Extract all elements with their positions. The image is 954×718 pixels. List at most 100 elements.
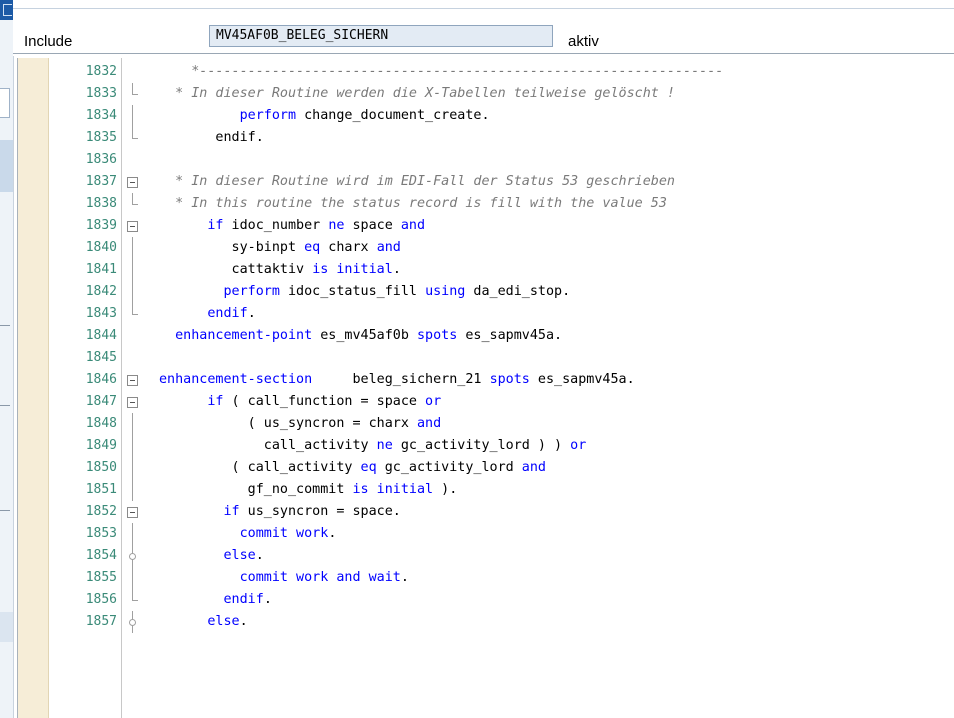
line-number: 1838 <box>85 196 117 211</box>
code-line[interactable]: 1839 if idoc_number ne space and <box>18 215 954 237</box>
line-number: 1842 <box>85 284 117 299</box>
code-editor[interactable]: 1832 *----------------------------------… <box>17 58 954 718</box>
code-text[interactable]: enhancement-section beleg_sichern_21 spo… <box>159 369 635 391</box>
code-line[interactable]: 1837 * In dieser Routine wird im EDI-Fal… <box>18 171 954 193</box>
code-token: idoc_status_fill <box>279 284 426 299</box>
code-token: es_sapmv45a. <box>529 372 635 387</box>
background-input-fragment <box>0 88 10 118</box>
code-line[interactable]: 1834 perform change_document_create. <box>18 105 954 127</box>
code-line[interactable]: 1835 endif. <box>18 127 954 149</box>
line-number: 1844 <box>85 328 117 343</box>
line-number: 1846 <box>85 372 117 387</box>
keyword-token: enhancement-point <box>175 328 313 343</box>
keyword-token: spots <box>417 328 458 343</box>
code-line[interactable]: 1844 enhancement-point es_mv45af0b spots… <box>18 325 954 347</box>
collapse-block-icon[interactable] <box>126 391 140 413</box>
code-token: space <box>344 218 401 233</box>
code-text[interactable]: enhancement-point es_mv45af0b spots es_s… <box>159 325 562 347</box>
fold-end-icon <box>126 127 140 149</box>
code-text[interactable]: * In dieser Routine werden die X-Tabelle… <box>159 83 675 105</box>
collapse-block-icon[interactable] <box>126 171 140 193</box>
code-line[interactable]: 1846 enhancement-section beleg_sichern_21… <box>18 369 954 391</box>
code-text[interactable]: ( call_activity eq gc_activity_lord and <box>159 457 546 479</box>
code-text[interactable]: gf_no_commit is initial ). <box>159 479 458 501</box>
keyword-token: and <box>400 218 426 233</box>
code-text[interactable]: * In this routine the status record is f… <box>159 193 667 215</box>
code-text[interactable]: sy-binpt eq charx and <box>159 237 401 259</box>
code-token: ( us_syncron = charx <box>159 416 417 431</box>
code-line[interactable]: 1843 endif. <box>18 303 954 325</box>
keyword-token: eq <box>304 240 321 255</box>
code-line[interactable]: 1857 else. <box>18 611 954 633</box>
code-text[interactable]: cattaktiv is initial. <box>159 259 401 281</box>
code-line[interactable]: 1840 sy-binpt eq charx and <box>18 237 954 259</box>
code-line[interactable]: 1856 endif. <box>18 589 954 611</box>
code-line[interactable]: 1849 call_activity ne gc_activity_lord )… <box>18 435 954 457</box>
line-number: 1853 <box>85 526 117 541</box>
collapse-block-icon[interactable] <box>126 215 140 237</box>
code-token: ( call_function = space <box>223 394 426 409</box>
code-text[interactable]: if idoc_number ne space and <box>159 215 425 237</box>
divider <box>0 325 10 326</box>
code-line[interactable]: 1841 cattaktiv is initial. <box>18 259 954 281</box>
code-text[interactable]: endif. <box>159 127 263 149</box>
fold-guide <box>126 523 140 545</box>
keyword-token: commit work <box>239 526 329 541</box>
code-line[interactable]: 1832 *----------------------------------… <box>18 61 954 83</box>
fold-guide <box>126 457 140 479</box>
collapse-block-icon[interactable] <box>126 501 140 523</box>
fold-guide <box>126 281 140 303</box>
fold-guide <box>126 413 140 435</box>
line-number: 1832 <box>85 64 117 79</box>
code-line[interactable]: 1850 ( call_activity eq gc_activity_lord… <box>18 457 954 479</box>
code-line[interactable]: 1836 <box>18 149 954 171</box>
code-line[interactable]: 1851 gf_no_commit is initial ). <box>18 479 954 501</box>
code-line[interactable]: 1852 if us_syncron = space. <box>18 501 954 523</box>
line-number: 1839 <box>85 218 117 233</box>
program-name-field[interactable]: MV45AF0B_BELEG_SICHERN <box>209 25 553 47</box>
code-text[interactable]: call_activity ne gc_activity_lord ) ) or <box>159 435 587 457</box>
keyword-token: is initial <box>352 482 434 497</box>
code-line[interactable]: 1847 if ( call_function = space or <box>18 391 954 413</box>
code-token: beleg_sichern_21 <box>312 372 490 387</box>
code-line[interactable]: 1855 commit work and wait. <box>18 567 954 589</box>
code-line[interactable]: 1854 else. <box>18 545 954 567</box>
code-text[interactable]: endif. <box>159 589 272 611</box>
code-text[interactable]: if us_syncron = space. <box>159 501 401 523</box>
code-line[interactable]: 1838 * In this routine the status record… <box>18 193 954 215</box>
code-text[interactable]: *---------------------------------------… <box>159 61 723 83</box>
keyword-token: commit work and wait <box>239 570 401 585</box>
keyword-token: is initial <box>312 262 393 277</box>
code-text[interactable]: perform change_document_create. <box>159 105 490 127</box>
fold-end-icon <box>126 193 140 215</box>
line-number: 1857 <box>85 614 117 629</box>
code-text[interactable]: endif. <box>159 303 255 325</box>
keyword-token: spots <box>489 372 530 387</box>
code-token: us_syncron = space. <box>239 504 401 519</box>
comment-token: * In dieser Routine wird im EDI-Fall der… <box>159 174 675 189</box>
collapse-block-icon[interactable] <box>126 369 140 391</box>
comment-token: *---------------------------------------… <box>159 64 724 79</box>
code-text[interactable]: commit work and wait. <box>159 567 409 589</box>
code-text[interactable]: perform idoc_status_fill using da_edi_st… <box>159 281 571 303</box>
code-text[interactable]: else. <box>159 545 264 567</box>
code-text[interactable]: else. <box>159 611 247 633</box>
code-token: idoc_number <box>223 218 329 233</box>
keyword-token: perform <box>223 284 280 299</box>
code-token: . <box>400 570 409 585</box>
code-text[interactable]: ( us_syncron = charx and <box>159 413 442 435</box>
keyword-token: and <box>376 240 401 255</box>
code-line[interactable]: 1833 * In dieser Routine werden die X-Ta… <box>18 83 954 105</box>
code-text[interactable]: if ( call_function = space or <box>159 391 441 413</box>
code-line[interactable]: 1848 ( us_syncron = charx and <box>18 413 954 435</box>
code-text[interactable]: * In dieser Routine wird im EDI-Fall der… <box>159 171 675 193</box>
code-text[interactable]: commit work. <box>159 523 337 545</box>
code-line[interactable]: 1853 commit work. <box>18 523 954 545</box>
code-line[interactable]: 1842 perform idoc_status_fill using da_e… <box>18 281 954 303</box>
code-line[interactable]: 1845 <box>18 347 954 369</box>
comment-token: * In this routine the status record is f… <box>159 196 667 211</box>
window-icon <box>0 0 13 20</box>
